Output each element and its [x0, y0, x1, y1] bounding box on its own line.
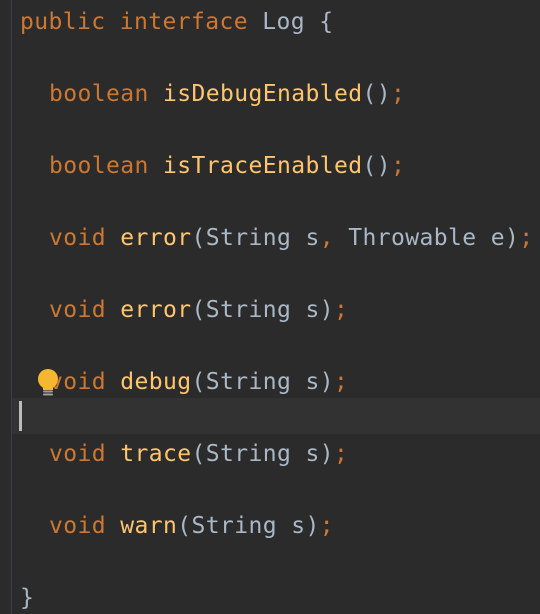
semicolon: ;: [333, 441, 349, 467]
keyword-public: public: [20, 9, 106, 35]
method-name: debug: [120, 369, 192, 395]
semicolon: ;: [333, 297, 349, 323]
method-params: (String s): [191, 441, 334, 467]
lightbulb-icon-svg: [38, 369, 58, 396]
code-line-debug[interactable]: void debug(String s);: [49, 367, 348, 397]
interface-name: Log: [262, 9, 305, 35]
semicolon: ;: [319, 513, 334, 539]
method-params: (String s): [191, 297, 334, 323]
semicolon: ;: [333, 369, 349, 395]
return-type: void: [49, 441, 106, 467]
code-line-trace[interactable]: void trace(String s);: [49, 439, 348, 469]
semicolon: ;: [390, 81, 406, 107]
method-name: isDebugEnabled: [162, 81, 363, 107]
close-brace: }: [20, 585, 35, 611]
method-name: error: [120, 225, 192, 251]
method-name: warn: [120, 513, 178, 539]
semicolon: ;: [519, 225, 534, 251]
code-line-is-debug-enabled[interactable]: boolean isDebugEnabled();: [49, 79, 405, 109]
return-type: void: [49, 513, 106, 539]
return-type: void: [49, 225, 106, 251]
open-paren: (: [191, 225, 206, 251]
code-line-warn[interactable]: void warn(String s);: [49, 511, 334, 541]
param-throwable: Throwable e: [333, 225, 505, 251]
current-line-highlight: [12, 398, 540, 434]
code-line-error-throwable[interactable]: void error(String s, Throwable e);: [49, 223, 533, 253]
text-caret: [19, 401, 22, 431]
method-params: (): [362, 153, 391, 179]
method-name: error: [120, 297, 192, 323]
lightbulb-icon[interactable]: [36, 368, 60, 398]
return-type: boolean: [49, 81, 149, 107]
method-params: (String s): [191, 369, 334, 395]
close-paren: ): [504, 225, 520, 251]
gutter-divider: [11, 0, 12, 614]
method-params: (String s): [177, 513, 320, 539]
open-brace: {: [319, 9, 334, 35]
code-line-interface-declaration[interactable]: public interface Log {: [20, 7, 333, 37]
method-name: isTraceEnabled: [162, 153, 363, 179]
code-line-is-trace-enabled[interactable]: boolean isTraceEnabled();: [49, 151, 405, 181]
return-type: void: [49, 297, 106, 323]
code-line-closing-brace[interactable]: }: [20, 583, 34, 613]
method-name: trace: [120, 441, 192, 467]
code-editor[interactable]: public interface Log { boolean isDebugEn…: [0, 0, 540, 614]
return-type: boolean: [49, 153, 149, 179]
semicolon: ;: [390, 153, 406, 179]
method-params: (): [362, 81, 391, 107]
code-line-error[interactable]: void error(String s);: [49, 295, 348, 325]
param-string: String s: [205, 225, 320, 251]
comma: ,: [319, 225, 334, 251]
keyword-interface: interface: [119, 9, 248, 35]
